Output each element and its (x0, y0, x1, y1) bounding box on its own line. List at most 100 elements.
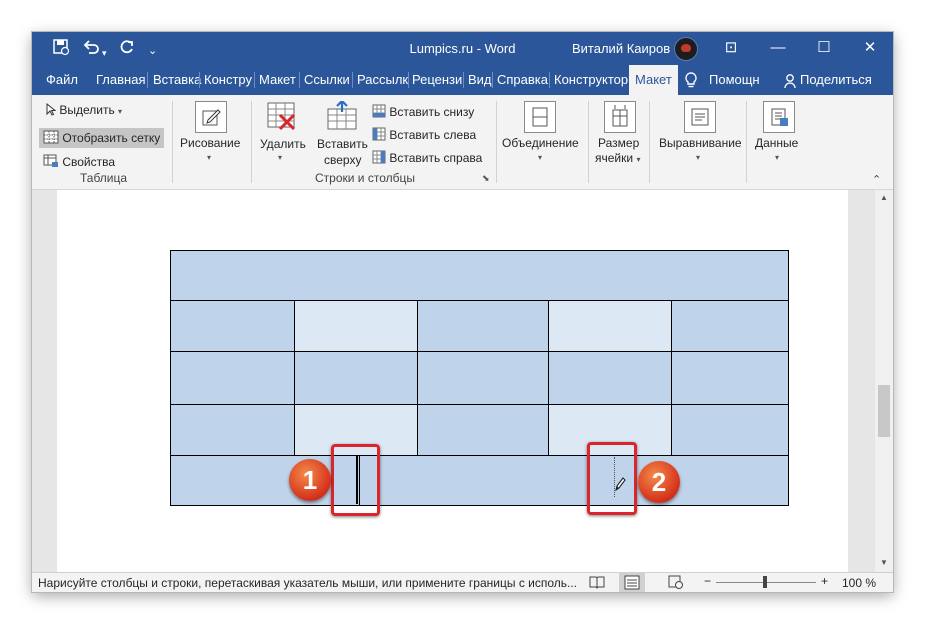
print-layout-icon[interactable] (619, 573, 645, 592)
word-window: ▾ ⌄ Lumpics.ru - Word Виталий Каиров ⊡ —… (32, 32, 893, 592)
table-cell[interactable] (671, 351, 789, 405)
table-cell[interactable] (294, 300, 418, 352)
document-page[interactable] (57, 190, 848, 572)
insert-left-button[interactable]: Вставить слева (372, 127, 476, 142)
chevron-down-icon: ▾ (696, 153, 701, 162)
table-cell[interactable] (359, 455, 789, 506)
tell-me-search[interactable]: Помощн (709, 65, 760, 95)
insert-below-label: Вставить снизу (389, 105, 475, 119)
tab-view[interactable]: Вид (468, 65, 492, 95)
tab-home[interactable]: Главная (96, 65, 145, 95)
cell-size-label-text: ячейки (595, 151, 634, 165)
user-avatar[interactable] (674, 37, 698, 61)
annotation-badge-1: 1 (289, 459, 331, 501)
table-cell[interactable] (170, 250, 789, 301)
zoom-slider-thumb[interactable] (763, 576, 767, 588)
group-separator (649, 101, 650, 183)
highlight-frame-2 (587, 442, 637, 515)
insert-right-label: Вставить справа (389, 151, 483, 165)
cell-size-label-1[interactable]: Размер (598, 136, 639, 150)
user-name[interactable]: Виталий Каиров (572, 41, 670, 56)
table-cell[interactable] (417, 300, 549, 352)
scroll-down-icon[interactable]: ▼ (880, 558, 888, 567)
properties-label: Свойства (62, 155, 116, 169)
minimize-button[interactable]: — (755, 32, 801, 65)
data-button[interactable]: Данные (755, 136, 798, 150)
insert-above-label-2[interactable]: сверху (324, 153, 361, 167)
tab-help[interactable]: Справка (497, 65, 548, 95)
ribbon-tabs: Файл Главная Вставка Констру Макет Ссылк… (32, 65, 893, 95)
dialog-launcher-icon[interactable]: ⬊ (482, 173, 490, 184)
chevron-down-icon: ▾ (207, 153, 212, 162)
table-cell[interactable] (671, 300, 789, 352)
alignment-button[interactable]: Выравнивание (659, 136, 742, 150)
group-separator (496, 101, 497, 183)
insert-below-button[interactable]: Вставить снизу (372, 104, 474, 119)
table-cell[interactable] (417, 404, 549, 456)
zoom-out-button[interactable]: − (704, 574, 711, 588)
tab-separator (549, 72, 550, 88)
scroll-thumb[interactable] (878, 385, 890, 437)
ribbon-display-options-icon[interactable]: ⊡ (708, 32, 754, 65)
tab-references[interactable]: Ссылки (304, 65, 350, 95)
table-group-label: Таблица (80, 171, 128, 185)
zoom-level[interactable]: 100 % (842, 576, 876, 590)
insert-right-button[interactable]: Вставить справа (372, 150, 482, 165)
vertical-scrollbar[interactable]: ▲ ▼ (875, 190, 893, 572)
insert-above-icon[interactable] (326, 99, 358, 136)
share-button[interactable]: Поделиться (800, 65, 872, 95)
table-cell[interactable] (671, 404, 789, 456)
properties-button[interactable]: Свойства (43, 154, 115, 169)
chevron-down-icon: ▾ (278, 153, 283, 162)
annotation-badge-2: 2 (638, 461, 680, 503)
show-grid-label: Отобразить сетку (62, 131, 161, 145)
group-separator (746, 101, 747, 183)
tab-mailings[interactable]: Рассылк (357, 65, 408, 95)
lightbulb-icon[interactable] (684, 65, 698, 95)
share-user-icon[interactable] (784, 65, 798, 95)
tab-file[interactable]: Файл (46, 65, 78, 95)
insert-above-label-1[interactable]: Вставить (317, 137, 368, 151)
maximize-button[interactable]: ☐ (801, 32, 847, 65)
tab-design[interactable]: Констру (204, 65, 252, 95)
rows-columns-group-label: Строки и столбцы (315, 171, 415, 185)
collapse-ribbon-icon[interactable]: ⌃ (872, 173, 881, 186)
select-label: Выделить (59, 103, 115, 117)
table-cell[interactable] (548, 300, 672, 352)
tab-table-design[interactable]: Конструктор (554, 65, 628, 95)
group-separator (588, 101, 589, 183)
word-table[interactable] (170, 250, 789, 506)
table-cell[interactable] (170, 404, 295, 456)
tab-review[interactable]: Рецензи (412, 65, 462, 95)
tab-separator (408, 72, 409, 88)
table-cell[interactable] (170, 351, 295, 405)
scroll-up-icon[interactable]: ▲ (880, 193, 888, 202)
alignment-icon[interactable] (684, 101, 716, 133)
select-button[interactable]: Выделить ▾ (46, 102, 122, 117)
cell-size-icon[interactable] (604, 101, 636, 133)
cell-size-label-2[interactable]: ячейки ▾ (595, 151, 640, 165)
draw-table-icon[interactable] (195, 101, 227, 133)
table-cell[interactable] (170, 300, 295, 352)
title-bar: ▾ ⌄ Lumpics.ru - Word Виталий Каиров ⊡ —… (32, 32, 893, 65)
table-cell[interactable] (548, 351, 672, 405)
zoom-in-button[interactable]: + (821, 574, 828, 588)
tab-layout[interactable]: Макет (259, 65, 296, 95)
tab-insert[interactable]: Вставка (153, 65, 201, 95)
tab-separator (147, 72, 148, 88)
delete-button[interactable]: Удалить (260, 137, 306, 151)
group-separator (172, 101, 173, 183)
draw-button[interactable]: Рисование (180, 136, 240, 150)
web-layout-icon[interactable] (668, 575, 684, 592)
close-button[interactable]: ✕ (847, 32, 893, 65)
read-mode-icon[interactable] (589, 575, 605, 592)
table-cell[interactable] (294, 351, 418, 405)
merge-button[interactable]: Объединение (502, 136, 579, 150)
data-icon[interactable] (763, 101, 795, 133)
table-cell[interactable] (417, 351, 549, 405)
show-grid-button[interactable]: Отобразить сетку (43, 130, 160, 145)
tab-table-layout[interactable]: Макет (629, 65, 678, 95)
delete-table-icon[interactable] (266, 101, 298, 136)
status-bar: Нарисуйте столбцы и строки, перетаскивая… (32, 572, 893, 592)
merge-icon[interactable] (524, 101, 556, 133)
